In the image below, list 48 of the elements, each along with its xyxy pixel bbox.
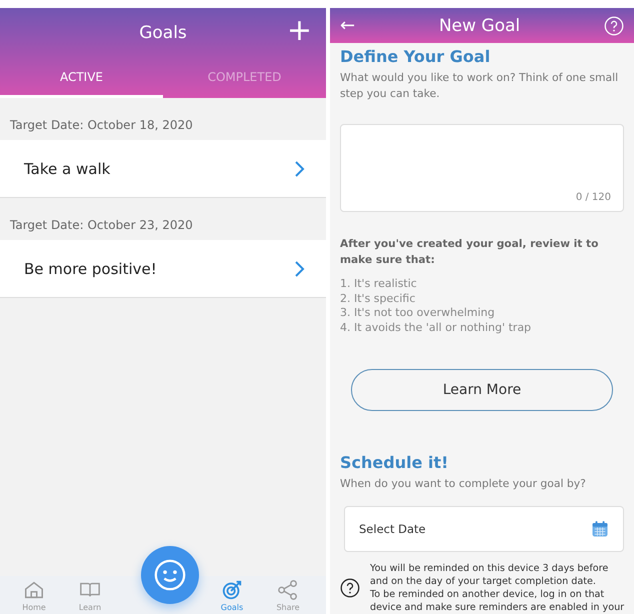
goal-row[interactable]: Be more positive! bbox=[0, 240, 326, 298]
review-heading: After you've created your goal, review it to make sure that: bbox=[340, 237, 600, 268]
nav-tab[interactable]: Goals bbox=[204, 579, 260, 612]
tab[interactable]: COMPLETED bbox=[163, 58, 326, 98]
nav-label: Goals bbox=[220, 603, 244, 612]
mood-button[interactable] bbox=[141, 546, 199, 604]
back-button[interactable]: ← bbox=[340, 15, 356, 36]
checklist-item: 1. It's realistic bbox=[340, 277, 418, 292]
nav-label: Share bbox=[276, 603, 300, 612]
reminder-text: device and make sure reminders are enabled in your bbox=[370, 601, 624, 614]
date-field[interactable]: Select Date bbox=[344, 506, 624, 552]
reminder-text: You will be reminded on this device 3 days before bbox=[370, 562, 610, 575]
checklist-item: 2. It's specific bbox=[340, 292, 416, 306]
date-placeholder: Select Date bbox=[359, 522, 426, 536]
help-icon bbox=[340, 578, 360, 598]
screen-title: Goals bbox=[139, 23, 187, 43]
add-button[interactable]: + bbox=[286, 16, 312, 46]
share-icon bbox=[277, 579, 299, 601]
character-counter: 0 / 120 bbox=[576, 192, 611, 203]
goal-name: Be more positive! bbox=[24, 260, 157, 278]
reminder-text: and on the day of your target completion date. bbox=[370, 575, 597, 588]
smiley-icon bbox=[153, 558, 187, 592]
tab[interactable]: ACTIVE bbox=[0, 58, 163, 98]
chevron-icon bbox=[294, 160, 306, 176]
checklist-item: 4. It avoids the 'all or nothing' trap bbox=[340, 320, 532, 335]
nav-tab[interactable]: Learn bbox=[62, 579, 118, 612]
learn-more-button[interactable]: Learn More bbox=[351, 369, 613, 411]
instruction-text: What would you like to work on? Think of one small step you can take. bbox=[340, 70, 620, 102]
target-date: Target Date: October 18, 2020 bbox=[9, 117, 194, 134]
help-icon bbox=[604, 16, 624, 36]
target-date: Target Date: October 23, 2020 bbox=[9, 217, 194, 234]
goal-name: Take a walk bbox=[24, 160, 110, 178]
instruction-text: When do you want to complete your goal by? bbox=[340, 476, 587, 492]
target-icon bbox=[221, 579, 243, 601]
chevron-icon bbox=[294, 260, 306, 276]
reminder-text: To be reminded on another device, log in on that bbox=[370, 588, 606, 601]
goal-text-field[interactable]: 0 / 120 bbox=[340, 124, 624, 212]
home-icon bbox=[23, 579, 45, 601]
calendar-icon bbox=[591, 520, 609, 538]
screen-title: New Goal bbox=[438, 16, 520, 36]
nav-tab[interactable]: Home bbox=[6, 579, 62, 612]
nav-tab[interactable]: Share bbox=[260, 579, 316, 612]
nav-label: Learn bbox=[78, 603, 102, 612]
section-heading: Define Your Goal bbox=[340, 47, 492, 66]
nav-label: Home bbox=[22, 603, 46, 612]
goal-row[interactable]: Take a walk bbox=[0, 140, 326, 198]
section-heading: Schedule it! bbox=[340, 453, 450, 472]
checklist-item: 3. It's not too overwhelming bbox=[340, 306, 496, 320]
